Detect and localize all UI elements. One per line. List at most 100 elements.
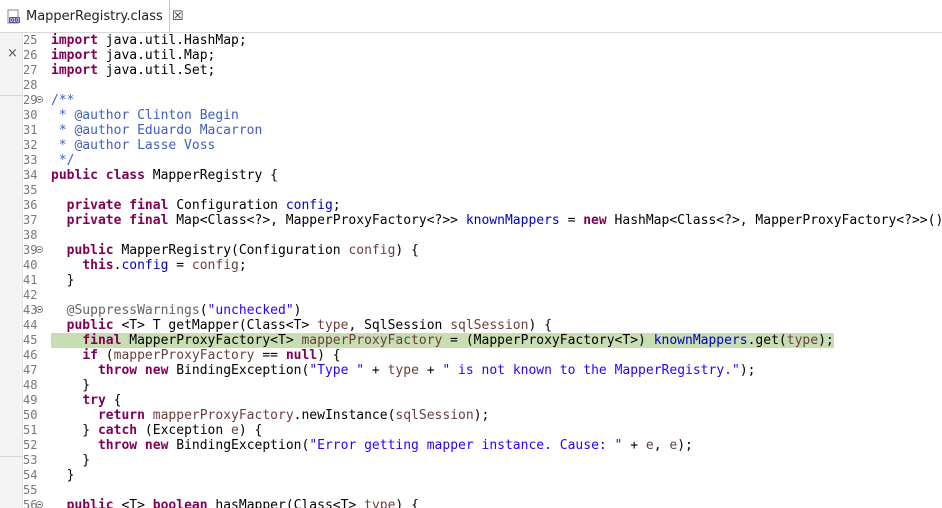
line-number: 44 <box>23 318 38 332</box>
code-token: ( <box>199 303 208 318</box>
code-text: this.config = config; <box>51 258 942 273</box>
editor-tab-mapper-registry[interactable]: 010 MapperRegistry.class ☒ <box>0 0 183 33</box>
code-line[interactable]: 42 <box>23 288 942 303</box>
code-line[interactable]: 33 */ <box>23 153 942 168</box>
code-line[interactable]: 52 throw new BindingException("Error get… <box>23 438 942 453</box>
code-token: type <box>364 498 396 508</box>
code-line[interactable]: 43 @SuppressWarnings("unchecked") <box>23 303 942 318</box>
line-number: 51 <box>23 423 38 437</box>
line-number: 35 <box>23 183 38 197</box>
code-editor[interactable]: 25 import java.util.HashMap; 26 import java… <box>23 33 942 508</box>
code-text: * @author Lasse Voss <box>51 138 942 153</box>
code-text: public class MapperRegistry { <box>51 168 942 183</box>
code-line[interactable]: 51 } catch (Exception e) { <box>23 423 942 438</box>
code-line[interactable]: 30 * @author Clinton Begin <box>23 108 942 123</box>
code-token: e <box>669 438 678 453</box>
fold-toggle-icon[interactable] <box>36 501 43 508</box>
code-line[interactable]: 34 public class MapperRegistry { <box>23 168 942 183</box>
code-token: "unchecked" <box>207 303 294 318</box>
fold-toggle-icon[interactable] <box>36 306 43 313</box>
panel-divider <box>0 456 23 457</box>
code-line[interactable]: 32 * @author Lasse Voss <box>23 138 942 153</box>
line-number: 31 <box>23 123 38 137</box>
code-text: throw new BindingException("Error gettin… <box>51 438 942 453</box>
code-token: MapperRegistry { <box>144 168 278 183</box>
code-token: if <box>82 348 98 363</box>
code-token: + <box>364 363 388 378</box>
code-line[interactable]: 41 } <box>23 273 942 288</box>
code-token: } <box>51 423 98 438</box>
code-line[interactable]: 37 private final Map<Class<?>, MapperPro… <box>23 213 942 228</box>
code-line[interactable]: 39 public MapperRegistry(Configuration c… <box>23 243 942 258</box>
code-line[interactable]: 56 public <T> boolean hasMapper(Class<T>… <box>23 498 942 508</box>
code-text: final MapperProxyFactory<T> mapperProxyF… <box>51 333 834 348</box>
code-line[interactable]: 29/** <box>23 93 942 108</box>
code-token: throw new <box>97 438 169 453</box>
code-line[interactable]: 44 public <T> T getMapper(Class<T> type,… <box>23 318 942 333</box>
svg-text:010: 010 <box>10 18 20 24</box>
code-line[interactable]: 27 import java.util.Set; <box>23 63 942 78</box>
code-line[interactable]: 25 import java.util.HashMap; <box>23 33 942 48</box>
code-token: sqlSession <box>395 408 474 423</box>
code-line[interactable]: 49 try { <box>23 393 942 408</box>
code-text: throw new BindingException("Type " + typ… <box>51 363 942 378</box>
code-line[interactable]: 36 private final Configuration config; <box>23 198 942 213</box>
code-token: } <box>51 378 91 393</box>
code-token: HashMap<Class<?>, MapperProxyFactory<?>>… <box>606 213 942 228</box>
line-number: 27 <box>23 63 38 77</box>
code-line[interactable]: 54 } <box>23 468 942 483</box>
code-token: = <box>168 258 192 273</box>
code-line[interactable]: 31 * @author Eduardo Macarron <box>23 123 942 138</box>
code-token: (Exception <box>137 423 232 438</box>
code-line[interactable]: 38 <box>23 228 942 243</box>
code-token: public <box>66 498 114 508</box>
code-token: ) <box>293 303 302 318</box>
highlighted-code-line[interactable]: 45 final MapperProxyFactory<T> mapperPro… <box>23 333 942 348</box>
code-line[interactable]: 26 import java.util.Map; <box>23 48 942 63</box>
code-token: mapperProxyFactory <box>301 333 443 348</box>
fold-toggle-icon[interactable] <box>36 96 43 103</box>
code-text: /** <box>51 93 942 108</box>
code-token: e <box>645 438 654 453</box>
code-line[interactable]: 48 } <box>23 378 942 393</box>
line-number: 36 <box>23 198 38 212</box>
code-token: <T> <box>113 498 153 508</box>
line-number: 49 <box>23 393 38 407</box>
code-token: throw new <box>97 363 169 378</box>
code-token: hasMapper(Class<T> <box>207 498 365 508</box>
code-line[interactable]: 40 this.config = config; <box>23 258 942 273</box>
code-token: , <box>653 438 670 453</box>
code-text: public <T> boolean hasMapper(Class<T> ty… <box>51 498 942 508</box>
fold-toggle-icon[interactable] <box>36 246 43 253</box>
code-line[interactable]: 35 <box>23 183 942 198</box>
code-token: ) { <box>238 423 263 438</box>
code-token: import <box>51 48 98 63</box>
code-token: .newInstance( <box>293 408 396 423</box>
line-number: 50 <box>23 408 38 422</box>
code-line[interactable]: 46 if (mapperProxyFactory == null) { <box>23 348 942 363</box>
code-text: try { <box>51 393 942 408</box>
code-token: ; <box>238 258 247 273</box>
code-line[interactable]: 55 <box>23 483 942 498</box>
code-line[interactable]: 50 return mapperProxyFactory.newInstance… <box>23 408 942 423</box>
tab-close-icon[interactable]: ☒ <box>172 10 184 23</box>
panel-close-icon[interactable]: × <box>7 47 18 60</box>
code-token: Map<Class<?>, MapperProxyFactory<?>> <box>168 213 466 228</box>
code-line[interactable]: 53 } <box>23 453 942 468</box>
code-token: BindingException( <box>168 363 310 378</box>
line-number: 38 <box>23 228 38 242</box>
code-line[interactable]: 28 <box>23 78 942 93</box>
code-line[interactable]: 47 throw new BindingException("Type " + … <box>23 363 942 378</box>
code-token: Configuration <box>168 198 286 213</box>
code-token: null <box>285 348 318 363</box>
